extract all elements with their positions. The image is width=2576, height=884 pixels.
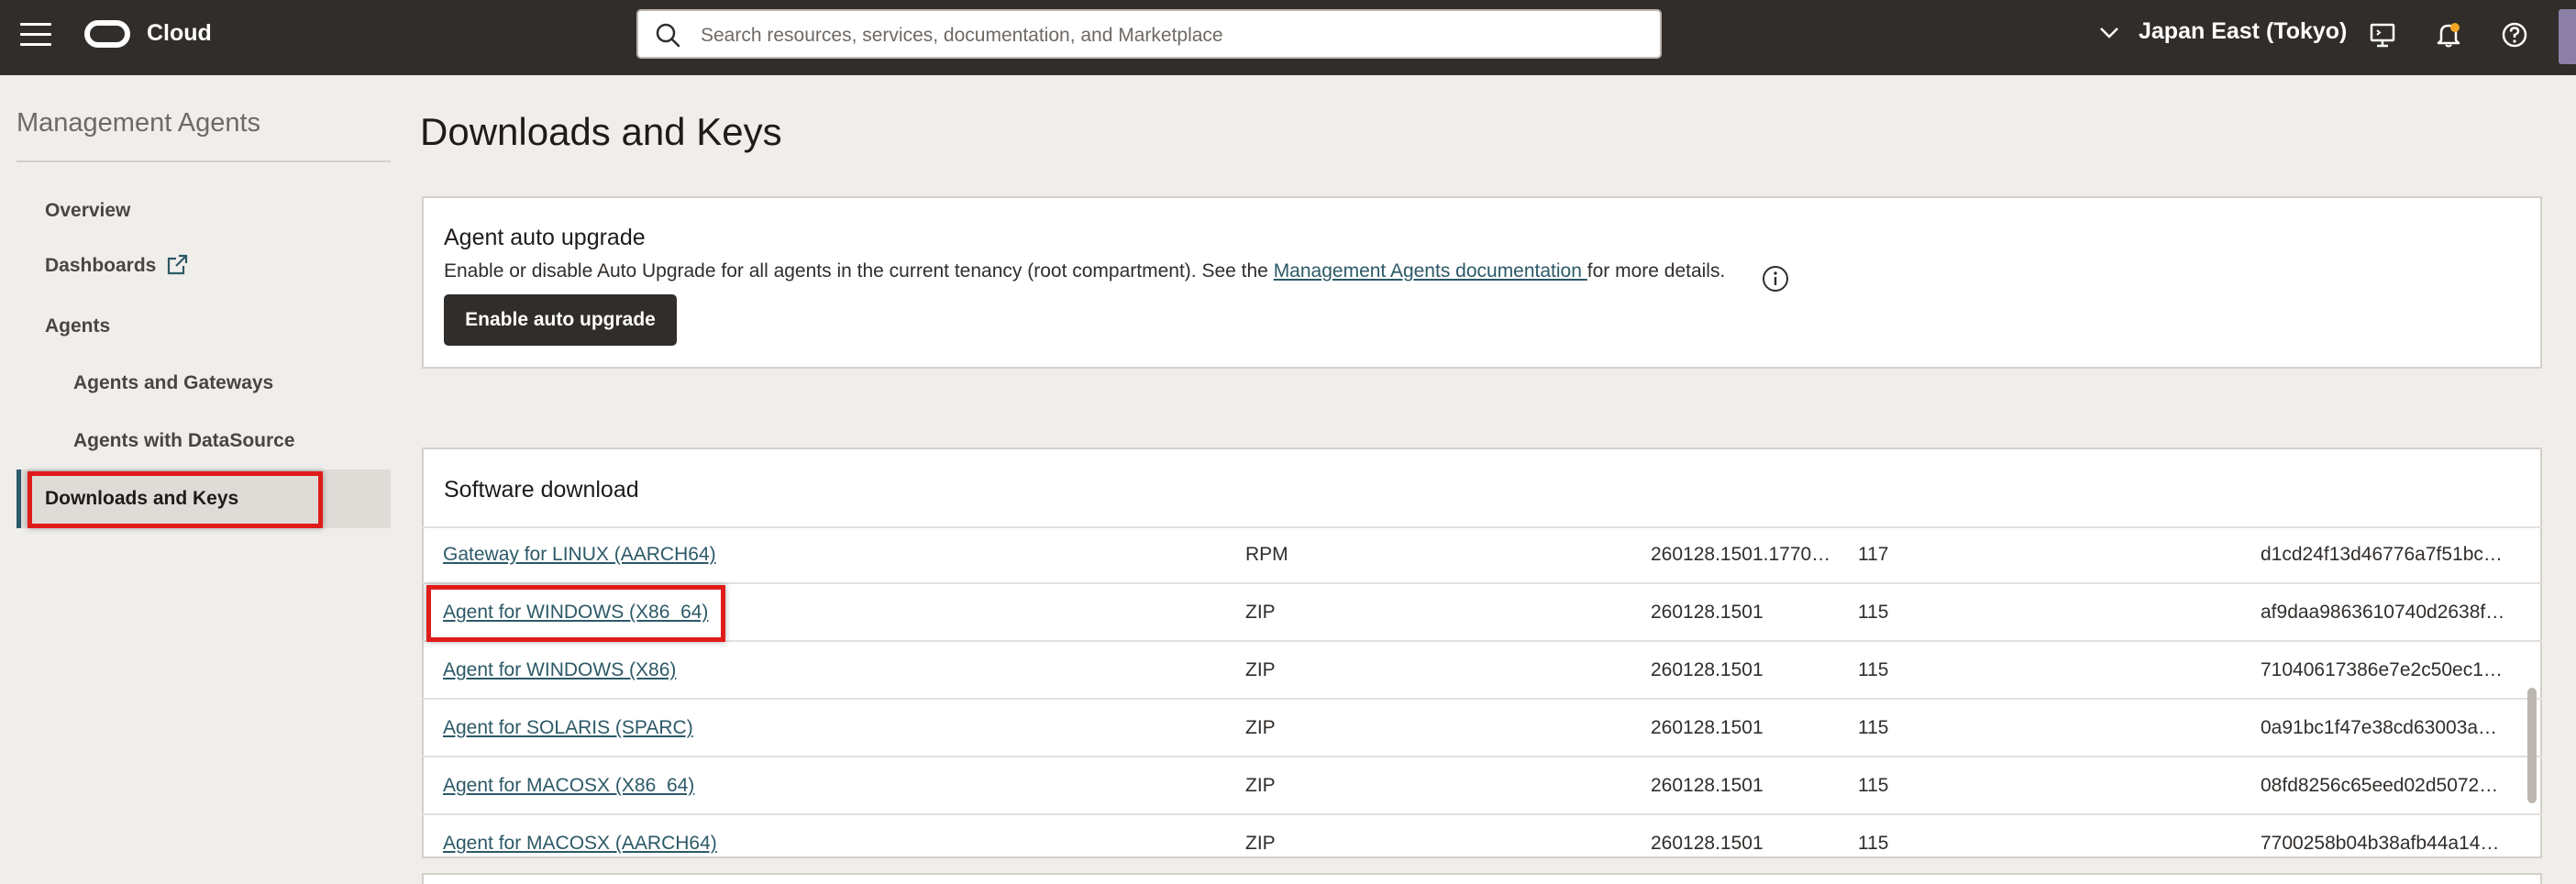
nav-divider <box>17 160 391 162</box>
chevron-down-icon[interactable] <box>2098 24 2120 42</box>
search-icon <box>656 23 680 48</box>
nav-title: Management Agents <box>17 108 261 138</box>
checksum: 7700258b04b38afb44a14… <box>2261 833 2500 854</box>
package-type: ZIP <box>1245 602 1276 623</box>
table-divider <box>422 698 2542 700</box>
version: 260128.1501 <box>1651 833 1763 854</box>
auto-upgrade-card <box>422 196 2542 369</box>
download-link[interactable]: Gateway for LINUX (AARCH64) <box>443 544 716 566</box>
documentation-link[interactable]: Management Agents documentation <box>1274 260 1587 282</box>
size: 115 <box>1858 659 1889 680</box>
sidebar-item-dashboards[interactable]: Dashboards <box>45 255 156 277</box>
table-scrollbar[interactable] <box>2527 688 2537 803</box>
checksum: d1cd24f13d46776a7f51bc… <box>2261 544 2503 565</box>
software-download-title: Software download <box>444 477 639 503</box>
checksum: af9daa9863610740d2638f… <box>2261 602 2505 623</box>
download-link[interactable]: Agent for SOLARIS (SPARC) <box>443 717 693 739</box>
download-link[interactable]: Agent for MACOSX (X86_64) <box>443 775 694 797</box>
sidebar-active-indicator <box>17 470 21 528</box>
size: 115 <box>1858 717 1889 738</box>
bell-icon[interactable] <box>2434 20 2463 50</box>
checksum: 08fd8256c65eed02d5072… <box>2261 775 2499 796</box>
description-text: Enable or disable Auto Upgrade for all a… <box>444 260 1274 282</box>
oracle-logo[interactable] <box>84 20 130 48</box>
sidebar-item-agents-and-gateways[interactable]: Agents and Gateways <box>73 372 273 394</box>
sidebar-item-agents[interactable]: Agents <box>45 315 110 337</box>
package-type: ZIP <box>1245 659 1276 680</box>
hamburger-menu-icon[interactable] <box>20 23 51 47</box>
table-divider <box>422 813 2542 815</box>
table-divider <box>422 526 2542 528</box>
version: 260128.1501 <box>1651 775 1763 796</box>
top-navigation-bar: Cloud Search resources, services, docume… <box>0 0 2576 75</box>
sidebar-item-agents-with-datasource[interactable]: Agents with DataSource <box>73 430 295 452</box>
version: 260128.1501 <box>1651 717 1763 738</box>
size: 115 <box>1858 602 1889 623</box>
next-card-edge <box>422 873 2542 884</box>
brand-label[interactable]: Cloud <box>147 20 212 47</box>
package-type: RPM <box>1245 544 1288 565</box>
package-type: ZIP <box>1245 775 1276 796</box>
version: 260128.1501.1770… <box>1651 544 1831 565</box>
auto-upgrade-description: Enable or disable Auto Upgrade for all a… <box>444 260 1725 282</box>
side-panel-tab[interactable] <box>2559 9 2576 64</box>
table-divider <box>422 582 2542 584</box>
table-divider <box>422 756 2542 757</box>
download-link[interactable]: Agent for MACOSX (AARCH64) <box>443 833 717 855</box>
checksum: 0a91bc1f47e38cd63003a… <box>2261 717 2498 738</box>
help-icon[interactable] <box>2500 20 2529 50</box>
package-type: ZIP <box>1245 717 1276 738</box>
enable-auto-upgrade-button[interactable]: Enable auto upgrade <box>444 294 677 346</box>
external-link-icon[interactable] <box>165 253 189 277</box>
highlight-box-row <box>426 585 725 642</box>
region-selector[interactable]: Japan East (Tokyo) <box>2139 18 2347 45</box>
highlight-box-nav <box>28 471 323 528</box>
size: 115 <box>1858 775 1889 796</box>
software-download-card <box>422 448 2542 858</box>
info-icon[interactable] <box>1761 264 1790 293</box>
version: 260128.1501 <box>1651 602 1763 623</box>
cloud-shell-icon[interactable] <box>2368 20 2397 50</box>
package-type: ZIP <box>1245 833 1276 854</box>
table-divider <box>422 640 2542 642</box>
size: 115 <box>1858 833 1889 854</box>
page-title: Downloads and Keys <box>420 110 782 153</box>
size: 117 <box>1858 544 1889 565</box>
checksum: 71040617386e7e2c50ec1… <box>2261 659 2503 680</box>
description-text-end: for more details. <box>1587 260 1726 282</box>
auto-upgrade-title: Agent auto upgrade <box>444 225 646 250</box>
download-link[interactable]: Agent for WINDOWS (X86) <box>443 659 676 681</box>
search-placeholder: Search resources, services, documentatio… <box>701 25 1223 46</box>
sidebar-item-overview[interactable]: Overview <box>45 200 130 222</box>
search-input[interactable]: Search resources, services, documentatio… <box>636 9 1662 59</box>
version: 260128.1501 <box>1651 659 1763 680</box>
